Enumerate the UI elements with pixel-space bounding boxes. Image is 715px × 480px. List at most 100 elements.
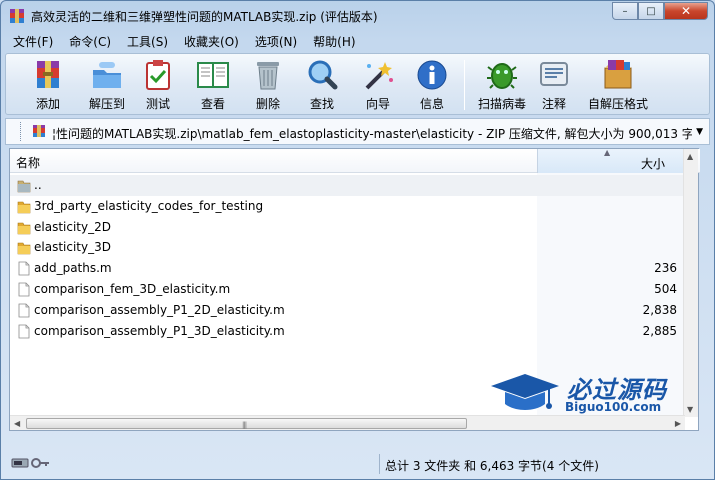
delete-label: 删除 <box>255 97 280 111</box>
list-item[interactable]: 3rd_party_elasticity_codes_for_testing <box>10 196 685 217</box>
info-button[interactable]: 信息 <box>404 56 460 114</box>
column-size-header[interactable]: 大小 <box>537 149 685 173</box>
winrar-app-icon <box>10 9 24 23</box>
file-name: .. <box>34 178 42 192</box>
address-path: ¦性问题的MATLAB实现.zip\matlab_fem_elastoplast… <box>52 127 692 141</box>
file-name: comparison_fem_3D_elasticity.m <box>34 281 231 296</box>
column-header: 名称 大小 ▲ <box>10 148 700 173</box>
parent-folder-icon <box>17 180 31 193</box>
list-item[interactable]: elasticity_3D <box>10 237 685 258</box>
comment-button[interactable]: 注释 <box>526 56 582 114</box>
find-button[interactable]: 查找 <box>294 56 350 114</box>
find-label: 查找 <box>309 97 334 111</box>
status-bar: 总计 3 文件夹 和 6,463 字节(4 个文件) <box>5 452 710 476</box>
watermark: 必过源码 Biguo100.com <box>489 368 689 420</box>
file-size: 504 <box>654 281 677 296</box>
menu-bar: 文件(F) 命令(C) 工具(S) 收藏夹(O) 选项(N) 帮助(H) <box>5 31 364 51</box>
menu-favorites[interactable]: 收藏夹(O) <box>176 31 247 51</box>
title-bar[interactable]: 高效灵活的二维和三维弹塑性问题的MATLAB实现.zip (评估版本) – □ … <box>1 1 714 29</box>
menu-options[interactable]: 选项(N) <box>247 31 305 51</box>
address-dropdown-icon[interactable]: ▼ <box>696 127 703 137</box>
folder-icon <box>17 243 31 255</box>
sort-ascending-icon: ▲ <box>604 148 611 157</box>
file-name: elasticity_3D <box>34 240 111 255</box>
sfx-label: 自解压格式 <box>587 97 648 111</box>
sfx-button[interactable]: 自解压格式 <box>584 56 652 114</box>
comment-label: 注释 <box>541 97 566 111</box>
graduation-cap-logo-icon <box>491 374 559 410</box>
folder-icon <box>17 222 31 234</box>
close-button[interactable]: ✕ <box>664 2 708 20</box>
virus-scan-label: 扫描病毒 <box>477 97 526 111</box>
file-size: 236 <box>654 261 677 276</box>
virus-scan-button[interactable]: 扫描病毒 <box>470 56 534 114</box>
list-item[interactable]: .. <box>10 175 685 196</box>
add-archive-icon <box>30 57 66 93</box>
archive-icon <box>33 125 45 137</box>
comment-icon <box>536 57 572 93</box>
list-item[interactable]: add_paths.m 236 <box>10 258 685 279</box>
list-item[interactable]: comparison_assembly_P1_2D_elasticity.m 2… <box>10 300 685 321</box>
drive-key-icon <box>11 458 49 468</box>
file-name: comparison_assembly_P1_3D_elasticity.m <box>34 323 285 338</box>
test-label: 测试 <box>145 97 170 111</box>
toolbar-separator <box>464 60 465 110</box>
menu-commands[interactable]: 命令(C) <box>61 31 119 51</box>
watermark-url: Biguo100.com <box>565 400 662 414</box>
column-size-label: 大小 <box>640 157 665 171</box>
address-bar-grip <box>20 122 23 141</box>
document-icon <box>18 324 30 338</box>
view-label: 查看 <box>200 97 225 111</box>
scroll-right-icon[interactable]: ▶ <box>675 419 681 428</box>
file-name: comparison_assembly_P1_2D_elasticity.m <box>34 302 285 317</box>
delete-button[interactable]: 删除 <box>240 56 296 114</box>
list-item[interactable]: comparison_assembly_P1_3D_elasticity.m 2… <box>10 321 685 342</box>
file-name: elasticity_2D <box>34 219 111 234</box>
folder-icon <box>17 201 31 214</box>
horizontal-scroll-thumb[interactable]: ||| <box>26 418 467 429</box>
add-label: 添加 <box>35 97 60 111</box>
trash-icon <box>250 57 286 93</box>
list-item[interactable]: comparison_fem_3D_elasticity.m 504 <box>10 279 685 300</box>
menu-tools[interactable]: 工具(S) <box>119 31 176 51</box>
status-separator <box>379 454 380 474</box>
extract-to-button[interactable]: 解压到 <box>79 56 135 114</box>
wizard-wand-icon <box>360 57 396 93</box>
info-label: 信息 <box>419 97 444 111</box>
scroll-grip-icon: ||| <box>242 421 247 429</box>
status-summary: 总计 3 文件夹 和 6,463 字节(4 个文件) <box>385 459 599 473</box>
address-bar[interactable]: ¦性问题的MATLAB实现.zip\matlab_fem_elastoplast… <box>5 118 710 145</box>
document-icon <box>18 261 30 276</box>
document-icon <box>18 282 30 297</box>
maximize-button[interactable]: □ <box>638 2 664 20</box>
view-book-icon <box>195 57 231 93</box>
sfx-box-icon <box>600 57 636 93</box>
info-icon <box>414 57 450 93</box>
window-controls: – □ ✕ <box>612 2 708 20</box>
view-button[interactable]: 查看 <box>185 56 241 114</box>
wizard-label: 向导 <box>365 97 390 111</box>
extract-to-folder-icon <box>89 57 125 93</box>
scroll-left-icon[interactable]: ◀ <box>14 419 20 428</box>
document-icon <box>18 303 30 318</box>
menu-help[interactable]: 帮助(H) <box>305 31 363 51</box>
magnifier-icon <box>304 57 340 93</box>
virus-scan-icon <box>484 57 520 93</box>
menu-file[interactable]: 文件(F) <box>5 31 61 51</box>
file-size: 2,885 <box>642 323 677 338</box>
minimize-button[interactable]: – <box>612 2 638 20</box>
wizard-button[interactable]: 向导 <box>350 56 406 114</box>
file-rows: .. 3rd_party_elasticity_codes_for_testin… <box>10 175 685 341</box>
scroll-up-icon[interactable]: ▲ <box>687 152 693 161</box>
list-item[interactable]: elasticity_2D <box>10 217 685 238</box>
file-name: 3rd_party_elasticity_codes_for_testing <box>34 198 264 213</box>
add-button[interactable]: 添加 <box>20 56 76 114</box>
test-button[interactable]: 测试 <box>130 56 186 114</box>
file-size: 2,838 <box>642 302 677 317</box>
test-clipboard-icon <box>140 57 176 93</box>
winrar-window: 高效灵活的二维和三维弹塑性问题的MATLAB实现.zip (评估版本) – □ … <box>0 0 715 480</box>
column-name-header[interactable]: 名称 <box>16 154 40 171</box>
extract-to-label: 解压到 <box>88 97 125 111</box>
window-title: 高效灵活的二维和三维弹塑性问题的MATLAB实现.zip (评估版本) <box>31 10 378 24</box>
toolbar: 添加 解压到 测试 查看 删除 查找 向导 信息 扫描病毒 注释 自解压格式 <box>5 53 710 115</box>
